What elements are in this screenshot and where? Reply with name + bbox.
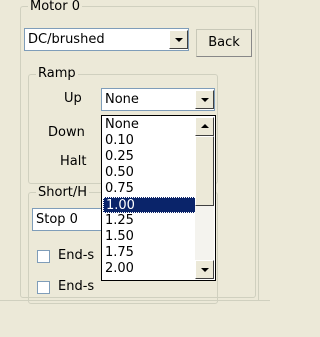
short-group-title: Short/H bbox=[36, 185, 90, 200]
up-label: Up bbox=[64, 91, 82, 106]
panel-divider bbox=[258, 0, 259, 300]
endstop-checkbox-2-label: End-s bbox=[58, 279, 95, 294]
dropdown-option[interactable]: 0.10 bbox=[103, 133, 207, 149]
scroll-thumb[interactable] bbox=[195, 136, 214, 206]
scroll-up-button[interactable] bbox=[195, 117, 214, 136]
motor-group-title: Motor 0 bbox=[28, 0, 82, 14]
bottom-panel bbox=[0, 300, 270, 337]
dropdown-option-selected[interactable]: 1.00 bbox=[103, 197, 207, 213]
chevron-down-icon bbox=[200, 267, 209, 272]
dropdown-option[interactable]: 0.50 bbox=[103, 165, 207, 181]
endstop-checkbox-1[interactable] bbox=[37, 250, 50, 263]
endstop-checkbox-1-label: End-s bbox=[58, 248, 95, 263]
dropdown-option[interactable]: 2.00 bbox=[103, 261, 207, 277]
ramp-up-select[interactable]: None bbox=[101, 88, 215, 111]
dropdown-option[interactable]: None bbox=[103, 117, 207, 133]
chevron-down-icon bbox=[174, 37, 183, 42]
motor-type-value: DC/brushed bbox=[28, 32, 105, 47]
ramp-up-dropdown-button[interactable] bbox=[195, 90, 214, 109]
ramp-up-value: None bbox=[105, 92, 139, 107]
stop-select-value: Stop 0 bbox=[36, 212, 78, 227]
endstop-checkbox-2[interactable] bbox=[37, 281, 50, 294]
halt-label: Halt bbox=[60, 154, 87, 169]
ramp-up-dropdown-list[interactable]: None 0.10 0.25 0.50 0.75 1.00 1.25 1.50 … bbox=[101, 115, 216, 281]
chevron-up-icon bbox=[200, 123, 209, 128]
motor-type-dropdown-button[interactable] bbox=[169, 30, 188, 49]
chevron-down-icon bbox=[200, 97, 209, 102]
scroll-down-button[interactable] bbox=[195, 260, 214, 279]
dropdown-option[interactable]: 1.75 bbox=[103, 245, 207, 261]
dropdown-option[interactable]: 1.50 bbox=[103, 229, 207, 245]
back-button[interactable]: Back bbox=[196, 29, 252, 57]
dropdown-option[interactable]: 1.25 bbox=[103, 213, 207, 229]
motor-type-select[interactable]: DC/brushed bbox=[24, 28, 189, 51]
ramp-group-title: Ramp bbox=[36, 66, 78, 81]
dropdown-option[interactable]: 0.25 bbox=[103, 149, 207, 165]
dropdown-scrollbar[interactable] bbox=[195, 117, 214, 279]
dropdown-option[interactable]: 0.75 bbox=[103, 181, 207, 197]
down-label: Down bbox=[48, 125, 85, 140]
